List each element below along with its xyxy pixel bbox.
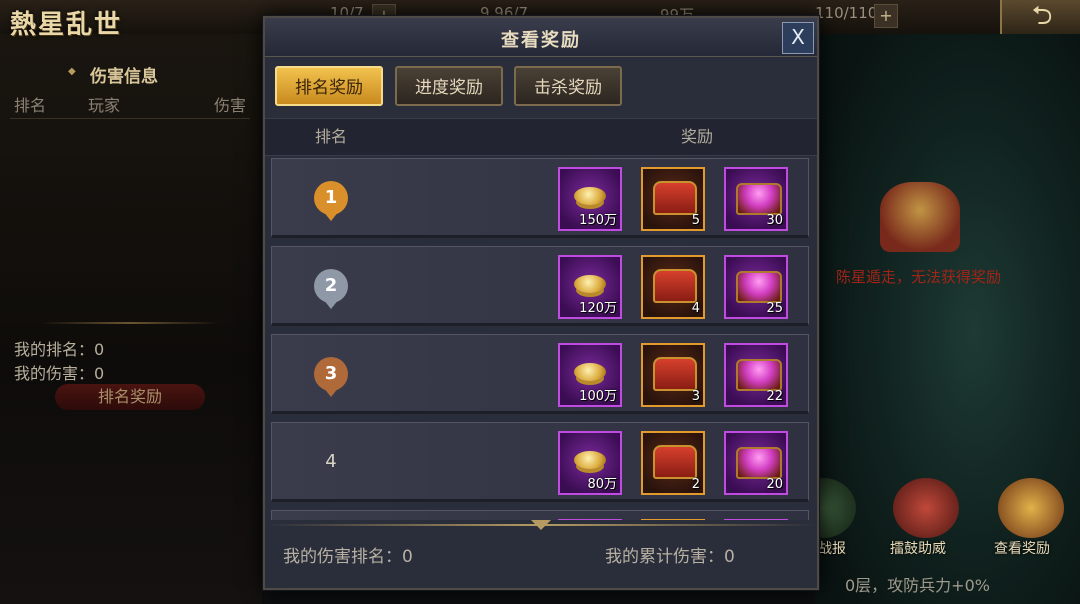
list-item: 2 120万 4 25 <box>271 246 809 326</box>
reward-quantity: 150万 <box>579 213 617 228</box>
treasure-chest-icon <box>653 357 697 391</box>
column-header-reward: 奖励 <box>681 127 714 146</box>
reward-coins[interactable]: 150万 <box>558 167 622 231</box>
reward-red-chest[interactable]: 2 <box>641 431 705 495</box>
close-icon: X <box>791 25 805 49</box>
silver-medal-icon: 2 <box>314 269 348 309</box>
my-damage-rank: 我的伤害排名：0 <box>283 547 413 567</box>
reward-gem-chest[interactable]: 25 <box>724 255 788 319</box>
bronze-medal-icon: 3 <box>314 357 348 397</box>
gold-medal-icon: 1 <box>314 181 348 221</box>
my-rank-text: 我的排名：0 <box>14 340 105 359</box>
gem-chest-icon <box>736 359 782 391</box>
left-background <box>0 0 262 604</box>
reward-quantity: 3 <box>691 389 700 404</box>
view-reward-label[interactable]: 查看奖励 <box>994 538 1050 558</box>
list-item <box>271 510 809 520</box>
reward-coins[interactable] <box>558 519 622 520</box>
rank-number: 2 <box>324 275 338 296</box>
list-item: 1 150万 5 30 <box>271 158 809 238</box>
footer-divider <box>265 524 817 526</box>
side-col-damage: 伤害 <box>214 96 247 115</box>
reward-coins[interactable]: 120万 <box>558 255 622 319</box>
rank-number: 4 <box>325 451 337 472</box>
reward-quantity: 22 <box>766 389 783 404</box>
hud-resource-4: 110/110 <box>815 4 878 22</box>
treasure-chest-icon <box>653 269 697 303</box>
reward-quantity: 80万 <box>587 477 617 492</box>
drum-icon[interactable] <box>893 478 959 538</box>
treasure-chest-icon <box>653 181 697 215</box>
column-header-rank: 排名 <box>315 127 348 146</box>
side-col-player: 玩家 <box>88 96 121 115</box>
gem-chest-icon <box>736 447 782 479</box>
reward-dialog: 查看奖励 X 排名奖励 进度奖励 击杀奖励 排名 奖励 1 150万 5 30 … <box>263 16 819 590</box>
reward-quantity: 4 <box>691 301 700 316</box>
boss-chest-art <box>880 182 960 252</box>
reward-quantity: 2 <box>691 477 700 492</box>
tab-rank-reward[interactable]: 排名奖励 <box>275 66 383 106</box>
treasure-chest-icon <box>653 445 697 479</box>
reward-gem-chest[interactable] <box>724 519 788 520</box>
battle-report-label[interactable]: 战报 <box>818 538 846 558</box>
copper-coin-icon <box>574 275 606 293</box>
reward-list[interactable]: 1 150万 5 30 2 120万 4 25 3 100万 3 22 4 80… <box>265 158 817 520</box>
my-total-damage: 我的累计伤害：0 <box>605 547 735 567</box>
drum-label[interactable]: 擂鼓助威 <box>890 538 946 558</box>
morale-status: 0层，攻防兵力+0% <box>845 576 990 595</box>
game-logo: 熱星乱世 <box>10 10 123 40</box>
copper-coin-icon <box>574 451 606 469</box>
escape-warning: 陈星遁走，无法获得奖励 <box>836 268 1002 286</box>
reward-gem-chest[interactable]: 20 <box>724 431 788 495</box>
side-divider <box>10 118 250 119</box>
copper-coin-icon <box>574 363 606 381</box>
reward-quantity: 20 <box>766 477 783 492</box>
reward-gem-chest[interactable]: 30 <box>724 167 788 231</box>
close-button[interactable]: X <box>782 22 814 54</box>
reward-quantity: 25 <box>766 301 783 316</box>
copper-coin-icon <box>574 187 606 205</box>
tab-kill-reward[interactable]: 击杀奖励 <box>514 66 622 106</box>
reward-quantity: 30 <box>766 213 783 228</box>
my-damage-text: 我的伤害：0 <box>14 364 105 383</box>
reward-gem-chest[interactable]: 22 <box>724 343 788 407</box>
reward-red-chest[interactable] <box>641 519 705 520</box>
rank-number: 1 <box>324 187 338 208</box>
reward-quantity: 5 <box>691 213 700 228</box>
reward-red-chest[interactable]: 4 <box>641 255 705 319</box>
reward-quantity: 100万 <box>579 389 617 404</box>
back-arrow-icon: ⮌ <box>1031 1 1053 31</box>
column-header-bar <box>265 118 817 156</box>
rank-number: 3 <box>324 363 338 384</box>
gem-chest-icon <box>736 271 782 303</box>
rank-reward-button[interactable]: 排名奖励 <box>55 384 205 410</box>
reward-red-chest[interactable]: 5 <box>641 167 705 231</box>
reward-red-chest[interactable]: 3 <box>641 343 705 407</box>
damage-info-title: 伤害信息 <box>68 62 158 87</box>
reward-coins[interactable]: 80万 <box>558 431 622 495</box>
reward-chest-icon[interactable] <box>998 478 1064 538</box>
side-separator <box>40 322 220 324</box>
hud-plus-button-4[interactable]: + <box>874 4 898 28</box>
reward-coins[interactable]: 100万 <box>558 343 622 407</box>
reward-quantity: 120万 <box>579 301 617 316</box>
dialog-title: 查看奖励 <box>501 30 581 51</box>
tab-progress-reward[interactable]: 进度奖励 <box>395 66 503 106</box>
side-col-rank: 排名 <box>14 96 47 115</box>
back-button[interactable]: ⮌ <box>1000 0 1080 34</box>
gem-chest-icon <box>736 183 782 215</box>
list-item: 4 80万 2 20 <box>271 422 809 502</box>
list-item: 3 100万 3 22 <box>271 334 809 414</box>
